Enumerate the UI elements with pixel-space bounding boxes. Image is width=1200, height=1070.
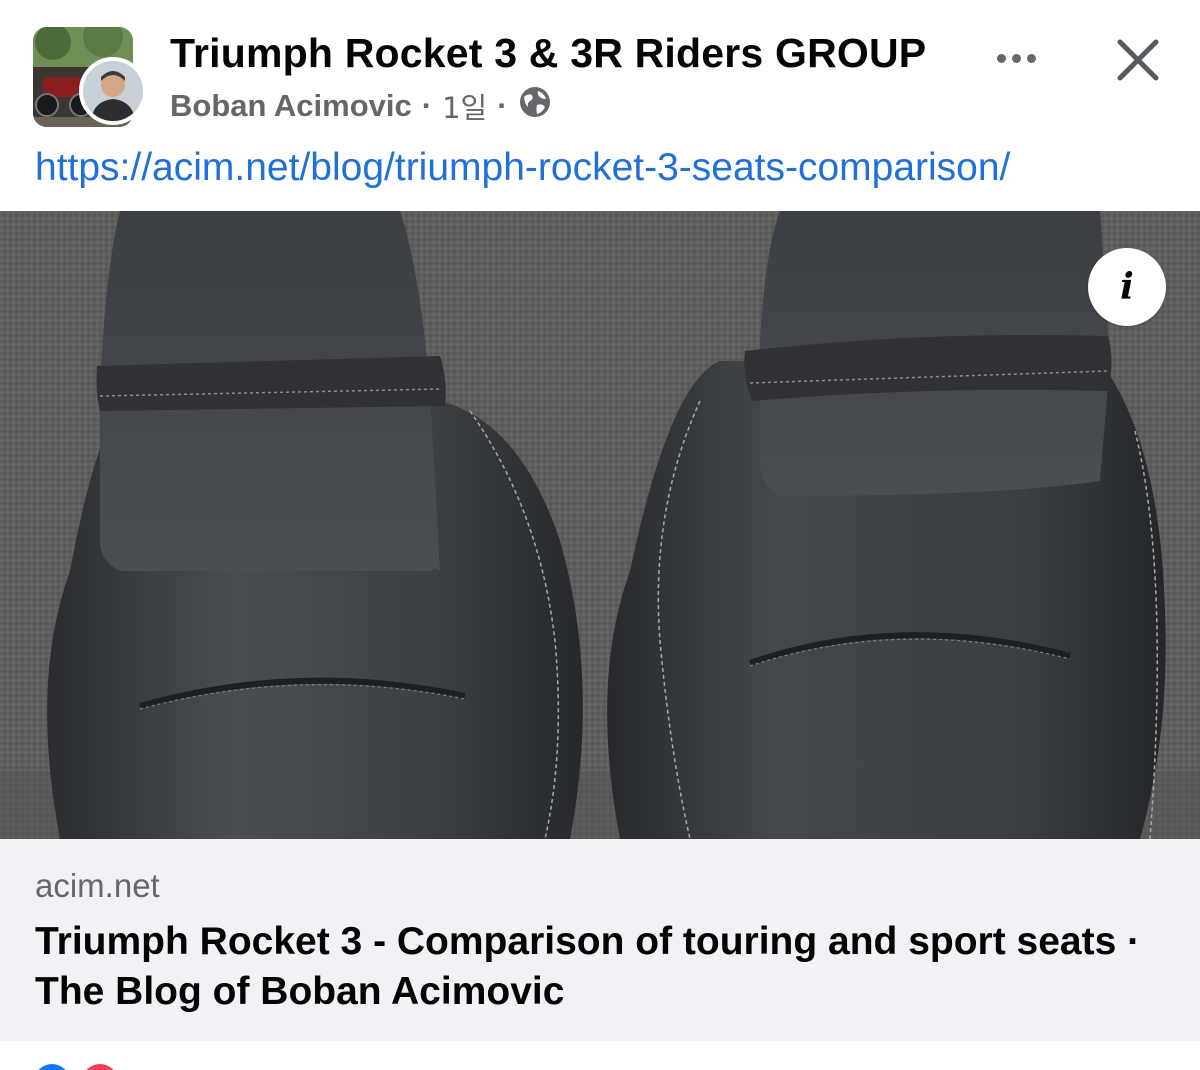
link-domain: acim.net xyxy=(35,867,160,904)
post-meta: Boban Acimovic · 1일 · xyxy=(170,86,552,126)
more-icon-dot xyxy=(996,53,1006,63)
love-icon xyxy=(82,1064,118,1070)
info-button[interactable]: i xyxy=(1088,248,1166,326)
more-options-button[interactable] xyxy=(985,36,1047,80)
post-header: Triumph Rocket 3 & 3R Riders GROUP Boban… xyxy=(0,0,1200,140)
meta-separator: · xyxy=(497,88,508,123)
post-link[interactable]: https://acim.net/blog/triumph-rocket-3-s… xyxy=(35,146,1010,190)
post-time[interactable]: 1일 xyxy=(442,85,487,127)
like-icon xyxy=(34,1064,70,1070)
group-name[interactable]: Triumph Rocket 3 & 3R Riders GROUP xyxy=(170,30,926,77)
more-icon-dot xyxy=(1011,53,1021,63)
facebook-post: Triumph Rocket 3 & 3R Riders GROUP Boban… xyxy=(0,0,1200,1070)
author-name[interactable]: Boban Acimovic xyxy=(170,88,412,124)
motorcycle-seats-photo xyxy=(0,211,1200,839)
globe-icon xyxy=(518,85,552,127)
info-icon: i xyxy=(1120,266,1134,308)
link-preview-image[interactable] xyxy=(0,211,1200,839)
close-button[interactable] xyxy=(1108,30,1168,90)
author-avatar[interactable] xyxy=(79,57,147,125)
more-icon-dot xyxy=(1026,53,1036,63)
link-preview-card[interactable]: acim.net Triumph Rocket 3 - Comparison o… xyxy=(0,839,1200,1041)
close-icon xyxy=(1117,39,1159,81)
author-avatar-photo xyxy=(83,61,143,121)
link-title: Triumph Rocket 3 - Comparison of touring… xyxy=(35,920,1141,1013)
meta-separator: · xyxy=(421,88,433,123)
